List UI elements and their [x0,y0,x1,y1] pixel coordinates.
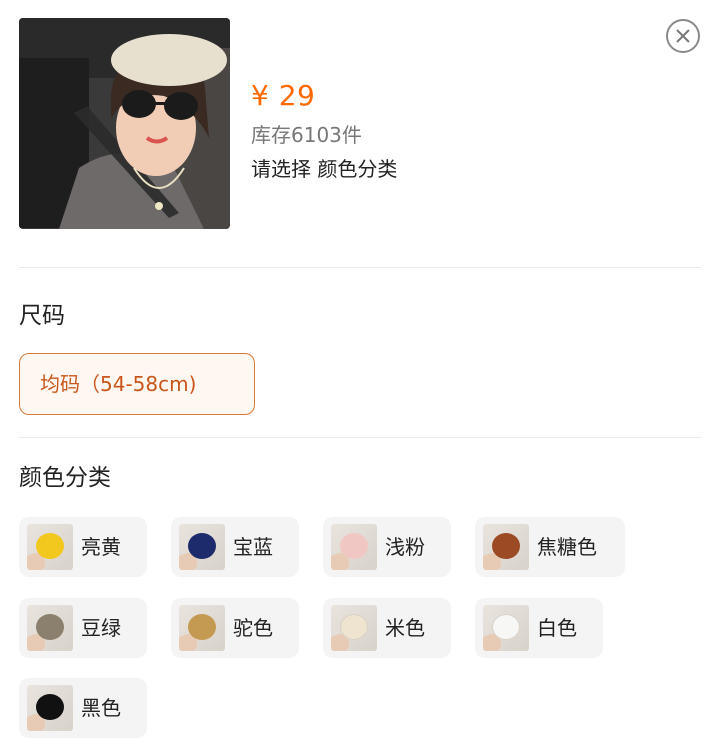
close-button[interactable] [666,19,700,53]
beret-swatch-icon [188,614,216,640]
color-option-label: 豆绿 [81,616,121,640]
color-option-royal-blue[interactable]: 宝蓝 [171,517,299,577]
color-option-beige[interactable]: 米色 [323,598,451,658]
product-image [19,18,230,229]
color-option-white[interactable]: 白色 [475,598,603,658]
color-thumbnail [331,605,377,651]
color-option-label: 白色 [537,616,577,640]
beret-swatch-icon [36,614,64,640]
price: ¥ 29 [251,79,316,112]
beret-swatch-icon [340,533,368,559]
color-option-label: 黑色 [81,696,121,720]
color-option-bean-green[interactable]: 豆绿 [19,598,147,658]
divider [19,437,701,438]
selection-hint: 请选择 颜色分类 [251,157,398,181]
color-option-yellow[interactable]: 亮黄 [19,517,147,577]
beret-swatch-icon [340,614,368,640]
beret-swatch-icon [36,533,64,559]
color-thumbnail [27,605,73,651]
color-section-title: 颜色分类 [19,465,111,491]
size-option-one-size[interactable]: 均码（54-58cm) [19,353,255,415]
sku-selector-sheet: ¥ 29 库存6103件 请选择 颜色分类 尺码 均码（54-58cm) 颜色分… [0,0,720,756]
color-option-black[interactable]: 黑色 [19,678,147,738]
beret-swatch-icon [188,533,216,559]
color-option-label: 亮黄 [81,535,121,559]
color-thumbnail [179,605,225,651]
color-thumbnail [483,524,529,570]
color-option-label: 驼色 [233,616,273,640]
color-option-label: 米色 [385,616,425,640]
close-icon [676,29,690,43]
beret-swatch-icon [36,694,64,720]
color-option-label: 焦糖色 [537,535,597,559]
color-thumbnail [27,685,73,731]
color-option-caramel[interactable]: 焦糖色 [475,517,625,577]
beret-swatch-icon [492,533,520,559]
beret-swatch-icon [492,614,520,640]
divider [19,267,701,268]
product-photo-illustration [19,18,230,229]
color-option-light-pink[interactable]: 浅粉 [323,517,451,577]
stock-count: 库存6103件 [251,123,362,147]
color-option-camel[interactable]: 驼色 [171,598,299,658]
color-thumbnail [27,524,73,570]
color-thumbnail [179,524,225,570]
color-thumbnail [331,524,377,570]
color-option-label: 浅粉 [385,535,425,559]
color-thumbnail [483,605,529,651]
color-option-label: 宝蓝 [233,535,273,559]
size-section-title: 尺码 [19,303,65,329]
